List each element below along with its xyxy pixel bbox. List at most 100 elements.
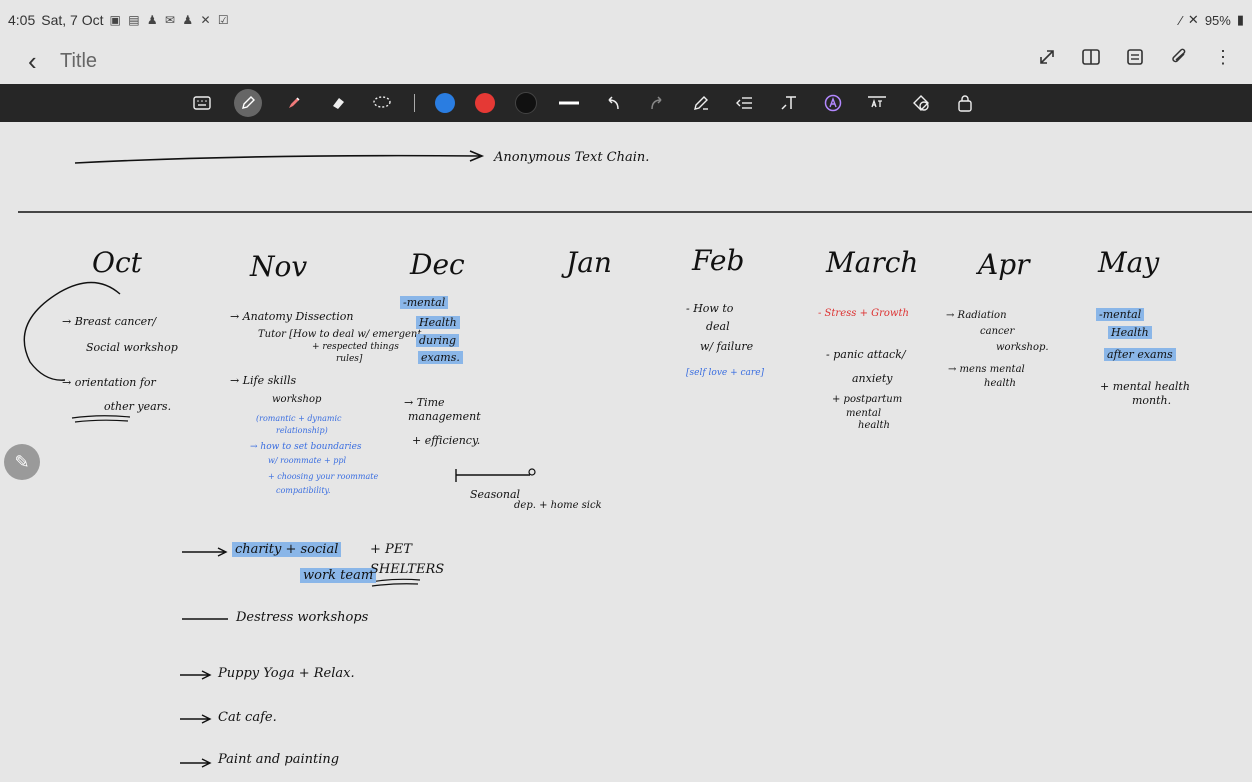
pen-toolbar — [0, 84, 1252, 122]
pen-icon[interactable] — [234, 89, 262, 117]
note-title[interactable]: Title — [60, 50, 97, 73]
text-icon[interactable] — [777, 91, 801, 115]
mute-icon: ✕ — [1187, 12, 1199, 27]
lock-icon[interactable] — [953, 91, 977, 115]
status-date: Sat, 7 Oct — [41, 12, 104, 28]
charity-highlight: charity + social — [232, 542, 342, 557]
month-may: May — [1098, 246, 1160, 279]
puppy-yoga-text: Puppy Yoga + Relax. — [218, 666, 355, 681]
oct-line3: → orientation for — [62, 376, 156, 389]
text-box-icon[interactable] — [865, 91, 889, 115]
month-apr: Apr — [978, 248, 1030, 281]
march-line1: - panic attack/ — [826, 348, 906, 361]
month-feb: Feb — [692, 244, 745, 277]
work-team-highlight: work team — [300, 568, 377, 583]
check-icon: ☑ — [217, 13, 231, 27]
status-left: 4:05 Sat, 7 Oct ▣ ▤ ♟ ✉ ♟ ✕ ☑ — [8, 12, 231, 28]
may-line2: month. — [1132, 394, 1172, 407]
battery-level: 95% — [1204, 12, 1231, 28]
nov-blue4: w/ roommate + ppl — [268, 456, 347, 465]
highlighter-icon[interactable] — [282, 91, 306, 115]
pen-settings-icon[interactable] — [689, 91, 713, 115]
color-black[interactable] — [515, 92, 537, 114]
nov-blue6: compatibility. — [276, 486, 331, 495]
notification-icons: ▣ ▤ ♟ ✉ ♟ ✕ ☑ — [110, 13, 231, 27]
shape-icon[interactable] — [909, 91, 933, 115]
oct-line4: other years. — [104, 400, 172, 413]
title-actions: ⋮ — [1036, 46, 1234, 68]
month-nov: Nov — [250, 250, 308, 283]
apr-line5: health — [984, 378, 1016, 389]
lasso-icon[interactable] — [370, 91, 394, 115]
title-bar: ‹ Title ⋮ — [0, 38, 1252, 84]
feb-blue1: [self love + care] — [686, 368, 765, 378]
nov-blue1: (romantic + dynamic — [256, 414, 342, 423]
dec-line1: → Time — [404, 396, 445, 409]
pet-text: + PET — [370, 542, 412, 557]
month-dec: Dec — [410, 248, 465, 281]
stylus-icon: ⁄ — [1179, 12, 1182, 28]
redo-icon[interactable] — [645, 91, 669, 115]
dec-hl3: during — [416, 334, 460, 347]
dec-line2: management — [408, 410, 481, 423]
more-icon[interactable]: ⋮ — [1212, 46, 1234, 68]
destress-text: Destress workshops — [236, 610, 369, 625]
feb-line3: w/ failure — [700, 340, 754, 353]
apr-line4: → mens mental — [948, 364, 1025, 375]
gallery-icon: ▤ — [128, 13, 142, 27]
may-line1: + mental health — [1100, 380, 1190, 393]
cat-cafe-text: Cat cafe. — [218, 710, 277, 725]
keyboard-icon[interactable] — [190, 91, 214, 115]
attach-icon[interactable] — [1168, 46, 1190, 68]
indent-icon[interactable] — [733, 91, 757, 115]
nov-blue3: → how to set boundaries — [250, 442, 362, 452]
seasonal-line2: dep. + home sick — [514, 500, 602, 511]
dec-hl1: -mental — [400, 296, 449, 309]
edit-pen-icon[interactable]: ✎ — [4, 444, 40, 480]
may-hl3: after exams — [1104, 348, 1176, 361]
expand-icon[interactable] — [1036, 46, 1058, 68]
nov-line6: workshop — [272, 394, 322, 405]
status-bar: 4:05 Sat, 7 Oct ▣ ▤ ♟ ✉ ♟ ✕ ☑ ⁄ ✕ 95% ▮ — [0, 0, 1252, 38]
dec-hl4: exams. — [418, 351, 463, 364]
march-line3: + postpartum — [832, 394, 903, 405]
nov-line2: Tutor [How to deal w/ emergent — [258, 329, 422, 340]
ink-strokes — [18, 150, 1252, 768]
shelters-text: SHELTERS — [370, 562, 445, 577]
march-line2: anxiety — [852, 372, 893, 385]
may-hl1: -mental — [1096, 308, 1145, 321]
month-jan: Jan — [566, 246, 612, 279]
nov-line3: + respected things — [312, 342, 399, 352]
feb-line1: - How to — [686, 302, 734, 315]
book-icon[interactable] — [1080, 46, 1102, 68]
undo-icon[interactable] — [601, 91, 625, 115]
nov-blue2: relationship) — [276, 426, 328, 435]
back-chevron-icon[interactable]: ‹ — [28, 46, 37, 77]
status-right: ⁄ ✕ 95% ▮ — [1180, 12, 1244, 28]
paint-text: Paint and painting — [218, 752, 340, 767]
march-red1: - Stress + Growth — [818, 308, 909, 319]
person-icon: ♟ — [146, 13, 160, 27]
dec-hl2: Health — [416, 316, 460, 329]
month-march: March — [826, 246, 919, 279]
apr-line2: cancer — [980, 326, 1015, 337]
oct-line1: → Breast cancer/ — [62, 315, 157, 328]
march-line4: mental — [846, 408, 882, 419]
color-red[interactable] — [475, 93, 495, 113]
headline-text: Anonymous Text Chain. — [494, 150, 650, 165]
apr-line1: → Radiation — [946, 310, 1007, 321]
month-oct: Oct — [92, 246, 142, 279]
oct-line2: Social workshop — [86, 341, 178, 354]
status-time: 4:05 — [8, 12, 36, 28]
color-blue[interactable] — [435, 93, 455, 113]
notes-icon[interactable] — [1124, 46, 1146, 68]
style-icon[interactable] — [821, 91, 845, 115]
note-canvas[interactable]: Anonymous Text Chain. Oct Nov Dec Jan Fe… — [0, 122, 1252, 782]
teams-icon: ▣ — [109, 13, 123, 27]
eraser-icon[interactable] — [326, 91, 350, 115]
mail-icon: ✉ — [164, 13, 178, 27]
may-hl2: Health — [1108, 326, 1152, 339]
toolbar-separator — [414, 94, 415, 112]
line-width-icon[interactable] — [557, 91, 581, 115]
nov-blue5: + choosing your roommate — [268, 472, 379, 481]
